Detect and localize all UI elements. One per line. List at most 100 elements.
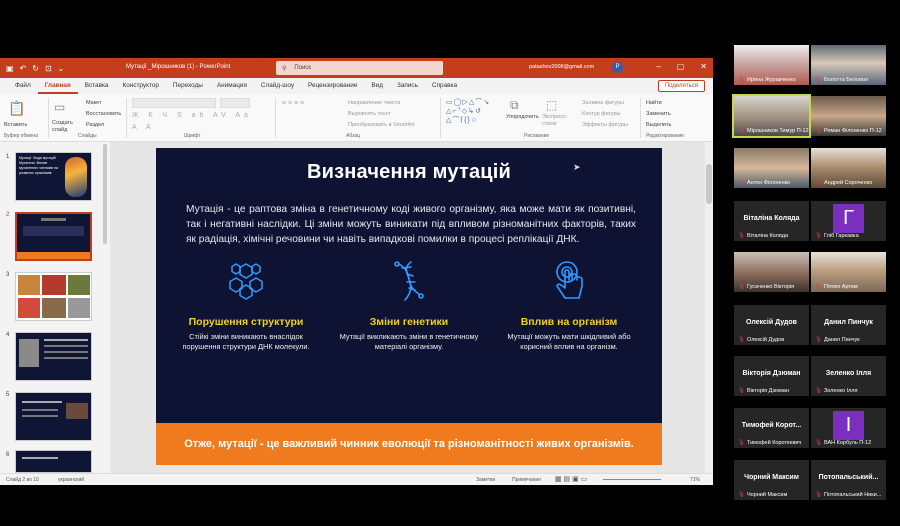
participant-tile[interactable]: Віталіна Коляда 🎙 Віталіна Коляда <box>734 201 809 241</box>
tab-slideshow[interactable]: Слайд-шоу <box>254 78 301 94</box>
feature-impact: Вплив на організм Мутації можуть мати шк… <box>494 258 644 352</box>
search-box[interactable]: ⚲ Поиск <box>276 61 443 75</box>
user-avatar[interactable]: P <box>612 62 623 73</box>
participant-tile-active-speaker[interactable]: 🎙 Мірошников Тимур П-12 <box>732 94 811 138</box>
slide-thumbnail-6[interactable] <box>15 450 92 473</box>
slide-thumbnail-4[interactable] <box>15 332 92 381</box>
participant-display-name: Олексій Дудов <box>746 319 797 326</box>
shape-fill-button[interactable]: Заливка фигуры <box>582 100 624 106</box>
present-icon[interactable]: ⊡ <box>45 64 52 73</box>
participant-tile[interactable]: 🎙 Болотта Беловол <box>811 45 886 85</box>
new-slide-icon[interactable]: ▭ <box>54 100 65 114</box>
close-icon[interactable]: ✕ <box>700 62 707 71</box>
participant-tile[interactable]: 🎙 Антон Філоненко <box>734 148 809 188</box>
slide-thumbnail-3[interactable] <box>15 272 92 321</box>
font-format-buttons[interactable]: Ж К Ч S ab AV Aa <box>132 112 252 119</box>
canvas-scrollbar[interactable] <box>705 142 713 473</box>
tab-animations[interactable]: Анимация <box>210 78 254 94</box>
tab-design[interactable]: Конструктор <box>115 78 165 94</box>
arrange-icon[interactable]: ⧉ <box>510 98 519 113</box>
shape-outline-button[interactable]: Контур фигуры <box>582 111 620 117</box>
tab-home[interactable]: Главная <box>37 78 78 94</box>
customize-icon[interactable]: ⌄ <box>58 64 65 73</box>
align-text-button[interactable]: Выровнять текст <box>348 111 391 117</box>
font-size-box[interactable] <box>220 98 250 108</box>
participant-tile[interactable]: Данил Пинчук 🎙 Данил Пинчук <box>811 305 886 345</box>
group-font-label: Шрифт <box>184 133 201 139</box>
participant-tile[interactable]: Тимофей Корот... 🎙 Тимофей Короткевич <box>734 408 809 448</box>
layout-button[interactable]: Макет <box>86 100 102 106</box>
participant-display-name: Вікторія Дзюман <box>742 370 801 377</box>
mic-muted-icon: 🎙 <box>738 388 745 394</box>
maximize-icon[interactable]: ▢ <box>677 62 685 71</box>
paste-icon[interactable]: 📋 <box>8 100 25 117</box>
replace-button[interactable]: Заменить <box>646 111 671 117</box>
thumbnails-scrollbar[interactable] <box>103 144 107 244</box>
undo-icon[interactable]: ↶ <box>20 64 27 73</box>
participant-tile[interactable]: 🎙 Пятюх Артем <box>811 252 886 292</box>
comments-button[interactable]: Примечания <box>512 477 541 483</box>
current-slide[interactable]: Визначення мутацій Мутація - це раптова … <box>156 148 662 465</box>
slide-thumbnail-1[interactable]: Мутації. Види мутацій. Мутагени. Вплив м… <box>15 152 92 201</box>
tab-help[interactable]: Справка <box>425 78 464 94</box>
thumb-number-3: 3 <box>6 272 10 278</box>
select-button[interactable]: Выделить <box>646 122 671 128</box>
quick-styles-icon[interactable]: ⬚ <box>546 98 557 112</box>
participant-name: 🎙 Гліб Гаркавка <box>815 233 859 239</box>
feature-impact-desc: Мутації можуть мати шкідливий або корисн… <box>507 332 631 351</box>
participant-name: 🎙 Віталіна Коляда <box>738 233 789 239</box>
paragraph-buttons[interactable]: ≡ ≡ ≡ ≡ <box>282 100 304 107</box>
slide-thumbnail-5[interactable] <box>15 392 92 441</box>
feature-genetics: Зміни генетики Мутації викликають зміни … <box>334 258 484 352</box>
participant-avatar: І <box>833 411 864 440</box>
paste-button[interactable]: Вставить <box>4 122 27 128</box>
save-icon[interactable]: ▣ <box>6 64 14 73</box>
participant-display-name: Чорний Максим <box>744 474 799 481</box>
tab-transitions[interactable]: Переходы <box>166 78 210 94</box>
thumb-number-1: 1 <box>6 154 10 160</box>
mic-muted-icon: 🎙 <box>815 180 822 186</box>
tab-view[interactable]: Вид <box>364 78 390 94</box>
slide-body-text: Мутація - це раптова зміна в генетичному… <box>186 204 636 245</box>
quick-styles-button[interactable]: Экспресс-стили <box>542 114 574 128</box>
arrange-button[interactable]: Упорядочить <box>506 114 540 121</box>
section-button[interactable]: Раздел <box>86 122 104 128</box>
smartart-button[interactable]: Преобразовать в SmartArt <box>348 122 415 128</box>
tab-file[interactable]: Файл <box>8 78 38 94</box>
font-color-buttons[interactable]: A A <box>132 124 155 131</box>
slide-thumbnail-2[interactable] <box>15 212 92 261</box>
participant-tile[interactable]: 🎙 Ирина Журавченко <box>734 45 809 85</box>
participant-name: 🎙 Андрей Сороченко <box>815 180 873 186</box>
find-button[interactable]: Найти <box>646 100 662 106</box>
participant-tile[interactable]: Вікторія Дзюман 🎙 Вікторія Дзюман <box>734 356 809 396</box>
minimize-icon[interactable]: – <box>656 62 660 71</box>
tab-review[interactable]: Рецензирование <box>301 78 364 94</box>
view-buttons[interactable]: ▦ ▤ ▣ ▭ <box>555 475 587 483</box>
notes-button[interactable]: Заметки <box>476 477 495 483</box>
participant-tile[interactable]: Потопальський... 🎙 Потопальський Ники... <box>811 460 886 500</box>
zoom-level[interactable]: 71% <box>690 477 700 483</box>
shapes-gallery[interactable]: ▭◯▷△⌒↘ △⌐⌝◇↳↺ △⌒⌈{}☆ <box>446 98 504 125</box>
redo-icon[interactable]: ↻ <box>32 64 39 73</box>
participant-tile[interactable]: Олексій Дудов 🎙 Олексій Дудов <box>734 305 809 345</box>
participant-name: 🎙 Олексій Дудов <box>738 337 785 343</box>
text-direction-button[interactable]: Направление текста <box>348 100 400 106</box>
participant-tile[interactable]: 🎙 Андрей Сороченко <box>811 148 886 188</box>
mic-muted-icon: 🎙 <box>815 388 822 394</box>
participant-tile[interactable]: Чорний Максим 🎙 Чорний Максим <box>734 460 809 500</box>
new-slide-button[interactable]: Создать слайд <box>52 120 76 134</box>
tab-record[interactable]: Запись <box>390 78 425 94</box>
participant-tile[interactable]: 🎙 Гусаченко Вікторія <box>734 252 809 292</box>
participant-tile[interactable]: Зеленко Ілля 🎙 Зеленко Ілля <box>811 356 886 396</box>
share-button[interactable]: Поделиться <box>657 80 705 92</box>
tab-insert[interactable]: Вставка <box>78 78 116 94</box>
user-email[interactable]: patashov2008@gmail.com <box>529 64 594 70</box>
participant-tile[interactable]: 🎙 Роман Філоненко П-12 <box>811 96 886 136</box>
participant-tile[interactable]: Г 🎙 Гліб Гаркавка <box>811 201 886 241</box>
language-indicator[interactable]: украинский <box>58 477 84 483</box>
reset-button[interactable]: Восстановить <box>86 111 121 117</box>
font-name-box[interactable] <box>132 98 216 108</box>
shape-effects-button[interactable]: Эффекты фигуры <box>582 122 628 128</box>
participant-tile[interactable]: І 🎙 ВАН Корбуль П-12 <box>811 408 886 448</box>
zoom-slider[interactable] <box>603 479 661 480</box>
